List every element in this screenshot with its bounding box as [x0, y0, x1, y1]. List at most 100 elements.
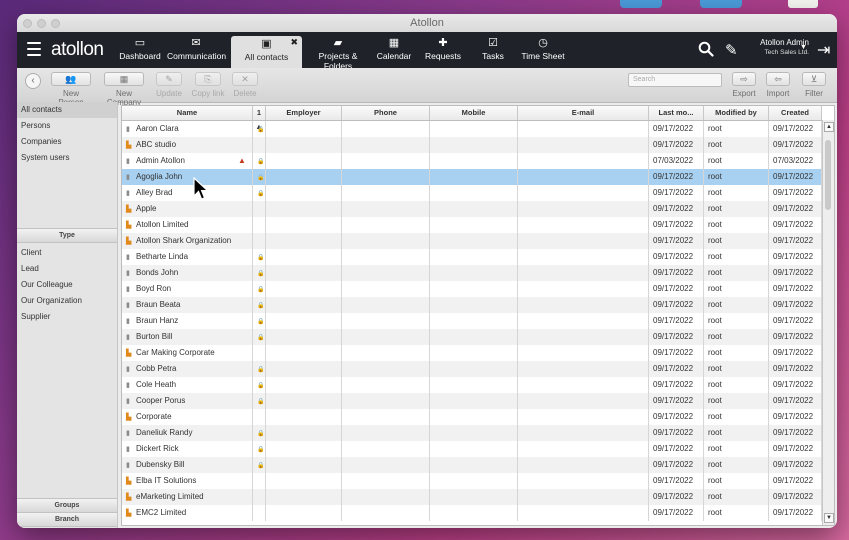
column-header-mobile[interactable]: Mobile — [430, 106, 518, 120]
type-section-header[interactable]: Type — [17, 228, 117, 243]
export-button[interactable]: ⇨ Export — [729, 72, 759, 98]
nav-requests[interactable]: ✚ Requests — [423, 32, 463, 68]
sidebar-item-companies[interactable]: Companies — [17, 134, 117, 150]
table-row[interactable]: ▙ Elba IT Solutions 09/17/2022 root 09/17/20… — [122, 473, 822, 489]
sidebar-item-system-users[interactable]: System users — [17, 150, 117, 166]
table-row[interactable]: ▙ EMC2 Limited 09/17/2022 root 09/17/2022 — [122, 505, 822, 521]
sidebar-item-all-contacts[interactable]: All contacts — [17, 102, 117, 118]
scroll-up-icon[interactable]: ▲ — [824, 122, 834, 132]
table-row[interactable]: ▮ Burton Bill 🔒 09/17/2022 root 09/17/2022 — [122, 329, 822, 345]
chevron-down-icon[interactable]: ▼ — [800, 44, 807, 51]
zoom-window-button[interactable] — [51, 19, 60, 28]
person-icon: ▮ — [126, 302, 130, 309]
table-row[interactable]: ▮ Braun Hanz 🔒 09/17/2022 root 09/17/2022 — [122, 313, 822, 329]
cell-last: 09/17/2022 — [649, 345, 704, 361]
column-header-created[interactable]: Created — [769, 106, 822, 120]
copy-link-button[interactable]: ⎘ Copy link — [189, 72, 227, 98]
column-header-employer[interactable]: Employer — [266, 106, 342, 120]
filter-button[interactable]: ⊻ Filter — [799, 72, 829, 98]
cell-mobile — [430, 265, 518, 281]
cell-phone — [342, 121, 430, 137]
table-row[interactable]: ▮ Cobb Petra 🔒 09/17/2022 root 09/17/2022 — [122, 361, 822, 377]
envelope-icon: ✉ — [191, 37, 201, 49]
cell-last: 09/17/2022 — [649, 329, 704, 345]
mouse-cursor-icon — [193, 177, 209, 200]
back-button[interactable]: ‹ — [25, 73, 41, 89]
table-row[interactable]: ▮ Alley Brad 🔒 09/17/2022 root 09/17/2022 — [122, 185, 822, 201]
column-header-phone[interactable]: Phone — [342, 106, 430, 120]
column-header-email[interactable]: E-mail — [518, 106, 649, 120]
sidebar-item-our-organization[interactable]: Our Organization — [17, 293, 117, 309]
table-row[interactable]: ▮ Cooper Porus 🔒 09/17/2022 root 09/17/2022 — [122, 393, 822, 409]
cell-last: 09/17/2022 — [649, 201, 704, 217]
cell-by: root — [704, 393, 769, 409]
table-row[interactable]: ▙ Atollon Limited 09/17/2022 root 09/17/2022 — [122, 217, 822, 233]
sidebar-item-supplier[interactable]: Supplier — [17, 309, 117, 325]
cell-name: ▮ Braun Beata — [122, 297, 253, 313]
table-row[interactable]: ▮ Boyd Ron 🔒 09/17/2022 root 09/17/2022 — [122, 281, 822, 297]
delete-button[interactable]: ✕ Delete — [229, 72, 261, 98]
minimize-window-button[interactable] — [37, 19, 46, 28]
table-row[interactable]: ▙ eMarketing Limited 09/17/2022 root 09/17/2… — [122, 489, 822, 505]
column-header-name[interactable]: Name — [122, 106, 253, 120]
table-row[interactable]: ▮ Betharte Linda 🔒 09/17/2022 root 09/17/2022 — [122, 249, 822, 265]
logout-icon[interactable]: ⇥ — [817, 40, 830, 60]
table-row[interactable]: ▙ ABC studio 09/17/2022 root 09/17/2022 — [122, 137, 822, 153]
table-row[interactable]: ▮ Dubensky Bill 🔒 09/17/2022 root 09/17/2022 — [122, 457, 822, 473]
menu-icon[interactable] — [27, 42, 41, 58]
table-row[interactable]: ▮ Cole Heath 🔒 09/17/2022 root 09/17/2022 — [122, 377, 822, 393]
cell-phone — [342, 457, 430, 473]
vertical-scrollbar[interactable]: ▲ ▼ — [822, 120, 834, 525]
table-row[interactable]: ▙ Corporate 09/17/2022 root 09/17/2022 — [122, 409, 822, 425]
import-button[interactable]: ⇦ Import — [763, 72, 793, 98]
sidebar-item-persons[interactable]: Persons — [17, 118, 117, 134]
table-row[interactable]: ▮ Bonds John 🔒 09/17/2022 root 09/17/2022 — [122, 265, 822, 281]
table-row[interactable]: ▙ Atollon Shark Organization 09/17/2022 roo… — [122, 233, 822, 249]
cell-name: ▙ ABC studio — [122, 137, 253, 153]
close-tab-icon[interactable]: ✖ — [290, 37, 298, 48]
column-header-sort[interactable]: 1 ▲ — [253, 106, 266, 131]
nav-time-sheet[interactable]: ◷ Time Sheet — [521, 32, 565, 68]
cell-by: root — [704, 329, 769, 345]
table-row[interactable]: ▮ Braun Beata 🔒 09/17/2022 root 09/17/2022 — [122, 297, 822, 313]
table-row[interactable]: ▙ Apple 09/17/2022 root 09/17/2022 — [122, 201, 822, 217]
cell-phone — [342, 297, 430, 313]
update-button[interactable]: ✎ Update — [151, 72, 187, 98]
cell-name: ▮ Admin Atollon — [122, 153, 253, 169]
sidebar-item-our-colleague[interactable]: Our Colleague — [17, 277, 117, 293]
nav-communication[interactable]: ✉ Communication — [167, 32, 226, 68]
table-row[interactable]: ▮ Agoglia John 🔒 09/17/2022 root 09/17/2022 — [122, 169, 822, 185]
new-person-icon: 👥 — [51, 72, 91, 86]
cell-by: root — [704, 137, 769, 153]
search-input[interactable]: Search — [628, 73, 722, 87]
nav-all-contacts[interactable]: ▣ All contacts ✖ — [231, 36, 302, 68]
table-row[interactable]: ▮ Aaron Clara 🔒 09/17/2022 root 09/17/2022 — [122, 121, 822, 137]
search-icon[interactable] — [698, 41, 714, 57]
scroll-down-icon[interactable]: ▼ — [824, 513, 834, 523]
nav-tasks[interactable]: ☑ Tasks — [478, 32, 508, 68]
sidebar-item-lead[interactable]: Lead — [17, 261, 117, 277]
cell-employer — [266, 345, 342, 361]
branch-section-header[interactable]: Branch — [17, 512, 117, 527]
cell-last: 09/17/2022 — [649, 233, 704, 249]
cell-created: 09/17/2022 — [769, 233, 822, 249]
table-row[interactable]: ▮ Admin Atollon 🔒 07/03/2022 root 07/03/2022 ▲ — [122, 153, 822, 169]
column-header-last-modified[interactable]: Last mo... — [649, 106, 704, 120]
cell-mobile — [430, 185, 518, 201]
table-row[interactable]: ▮ Daneliuk Randy 🔒 09/17/2022 root 09/17/2022 — [122, 425, 822, 441]
cell-email — [518, 217, 649, 233]
nav-projects-folders[interactable]: ▰ Projects & Folders — [305, 32, 371, 72]
groups-section-header[interactable]: Groups — [17, 498, 117, 513]
sidebar-item-client[interactable]: Client — [17, 245, 117, 261]
clock-icon: ◷ — [538, 37, 548, 49]
scroll-thumb[interactable] — [825, 140, 831, 210]
close-window-button[interactable] — [23, 19, 32, 28]
column-header-modified-by[interactable]: Modified by — [704, 106, 769, 120]
nav-dashboard[interactable]: ▭ Dashboard — [118, 32, 162, 68]
cell-last: 09/17/2022 — [649, 169, 704, 185]
company-icon: ▙ — [126, 414, 132, 421]
table-row[interactable]: ▮ Dickert Rick 🔒 09/17/2022 root 09/17/2022 — [122, 441, 822, 457]
nav-calendar[interactable]: ▦ Calendar — [376, 32, 412, 68]
table-row[interactable]: ▙ Car Making Corporate 09/17/2022 root 09/17… — [122, 345, 822, 361]
tools-icon[interactable]: ✎ — [725, 41, 738, 59]
